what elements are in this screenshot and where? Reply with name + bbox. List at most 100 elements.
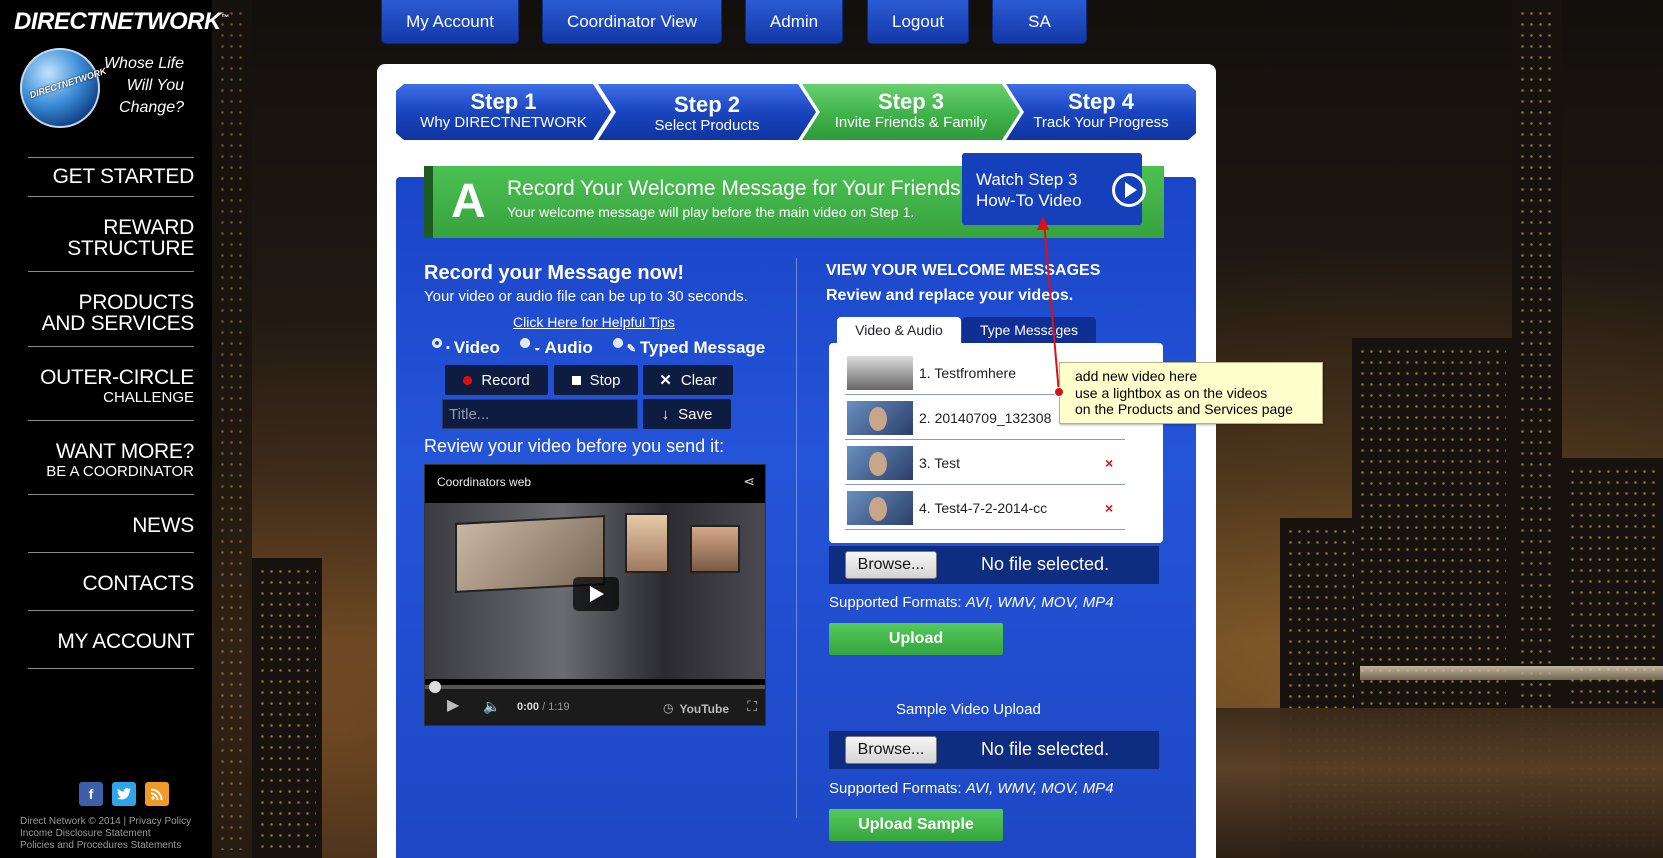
mode-video-radio[interactable]: ▪ Video	[432, 338, 500, 358]
helpful-tips-link[interactable]: Click Here for Helpful Tips	[513, 314, 675, 330]
banner-title: Record Your Welcome Message for Your Fri…	[507, 177, 961, 200]
howto-video-button[interactable]: Watch Step 3 How-To Video	[962, 153, 1146, 225]
mode-selector: ▪ Video ◒ Audio ✎ Typed Message	[432, 338, 765, 358]
river	[1210, 708, 1663, 858]
sample-browse-button[interactable]: Browse...	[845, 736, 937, 764]
list-item[interactable]: 3. Test ×	[845, 441, 1125, 485]
nav-divider	[28, 668, 194, 669]
list-item[interactable]: 4. Test4-7-2-2014-cc ×	[845, 486, 1125, 530]
step-subtitle: Select Products	[654, 117, 760, 134]
sidebar-item-get-started[interactable]: GET STARTED	[28, 157, 194, 196]
sa-button[interactable]: SA	[992, 0, 1087, 44]
step-4-tab[interactable]: Step 4 Track Your Progress	[1006, 84, 1196, 140]
nav-label: PRODUCTS	[78, 291, 195, 314]
clock-icon[interactable]: ◷	[663, 701, 673, 715]
annotation-arrowhead	[1037, 216, 1049, 230]
step-1-tab[interactable]: Step 1 Why DIRECTNETWORK	[396, 84, 611, 140]
sidebar-item-want-more[interactable]: WANT MORE? BE A COORDINATOR	[28, 420, 194, 494]
logout-button[interactable]: Logout	[867, 0, 969, 44]
sidebar: DIRECTNETWORK™ DIRECTNETWORK Whose Life …	[0, 0, 229, 858]
note-line: add new video here	[1075, 368, 1198, 384]
delete-icon[interactable]: ×	[1105, 455, 1125, 471]
share-icon[interactable]: ⋖	[743, 473, 755, 490]
sidebar-item-news[interactable]: NEWS	[28, 494, 194, 552]
scrubber-handle[interactable]	[429, 681, 441, 693]
sidebar-item-reward-structure[interactable]: REWARD STRUCTURE	[28, 196, 194, 271]
footer-income-link[interactable]: Income Disclosure Statement	[20, 828, 191, 840]
progress-track[interactable]	[425, 685, 765, 689]
footer-links: Direct Network © 2014 | Privacy Policy I…	[20, 816, 191, 852]
browse-button[interactable]: Browse...	[845, 551, 937, 579]
volume-icon[interactable]: 🔈	[483, 698, 500, 715]
sidebar-item-contacts[interactable]: CONTACTS	[28, 552, 194, 610]
twitter-icon[interactable]	[112, 782, 136, 806]
tagline-line: Whose Life	[103, 55, 184, 72]
step-subtitle: Invite Friends & Family	[834, 114, 988, 131]
footer-privacy-link[interactable]: Direct Network © 2014 | Privacy Policy	[20, 816, 191, 828]
section-letter: A	[451, 175, 486, 228]
review-label: Review your video before you send it:	[424, 436, 725, 456]
record-button[interactable]: Record	[445, 365, 548, 395]
video-title: Coordinators web	[437, 475, 532, 489]
formats-value: AVI, WMV, MOV, MP4	[965, 780, 1114, 797]
nav-label-2: AND SERVICES	[41, 312, 195, 335]
supported-formats: Supported Formats: AVI, WMV, MOV, MP4	[829, 594, 1114, 611]
tagline-line: Will You	[126, 77, 184, 94]
step-2-tab[interactable]: Step 2 Select Products	[598, 84, 816, 140]
upload-button[interactable]: Upload	[829, 623, 1003, 655]
title-input[interactable]	[442, 399, 638, 429]
sample-upload-heading: Sample Video Upload	[896, 701, 1041, 718]
footer-policies-link[interactable]: Policies and Procedures Statements	[20, 840, 191, 852]
formats-label: Supported Formats:	[829, 780, 962, 797]
mode-label: Audio	[544, 338, 593, 357]
tagline: Whose Life Will You Change?	[84, 53, 184, 119]
howto-line: Watch Step 3	[976, 170, 1078, 189]
column-divider	[796, 258, 797, 818]
admin-button[interactable]: Admin	[745, 0, 843, 44]
sidebar-item-my-account[interactable]: MY ACCOUNT	[28, 610, 194, 668]
mode-audio-radio[interactable]: ◒ Audio	[519, 338, 593, 358]
radio-dot	[519, 338, 530, 348]
delete-icon[interactable]: ×	[1105, 500, 1125, 516]
messages-heading: VIEW YOUR WELCOME MESSAGES	[826, 262, 1101, 279]
sidebar-item-outer-circle[interactable]: OUTER-CIRCLE CHALLENGE	[28, 346, 194, 420]
clear-label: Clear	[680, 371, 717, 389]
stop-button[interactable]: Stop	[554, 365, 638, 395]
tab-type-messages[interactable]: Type Messages	[962, 317, 1096, 343]
mode-typed-radio[interactable]: ✎ Typed Message	[612, 338, 765, 358]
step-3-tab[interactable]: Step 3 Invite Friends & Family	[802, 84, 1020, 140]
my-account-button[interactable]: My Account	[381, 0, 519, 44]
facebook-icon[interactable]: f	[79, 782, 103, 806]
play-icon[interactable]: ▶	[447, 695, 459, 715]
close-icon: ✕	[659, 372, 672, 389]
banner-subtitle: Your welcome message will play before th…	[507, 204, 915, 220]
stop-icon	[571, 375, 581, 385]
messages-subheading: Review and replace your videos.	[826, 287, 1074, 304]
step-subtitle: Track Your Progress	[1033, 114, 1169, 131]
save-label: Save	[678, 405, 713, 423]
youtube-logo[interactable]: YouTube	[679, 702, 729, 716]
sample-file-status: No file selected.	[981, 739, 1110, 759]
sample-supported-formats: Supported Formats: AVI, WMV, MOV, MP4	[829, 780, 1114, 797]
video-player[interactable]: Coordinators web ⋖ ▶ 🔈 0:00 / 1:19 ◷ You…	[424, 464, 766, 726]
time-display: 0:00 / 1:19	[517, 701, 570, 713]
annotation-note: add new video here use a lightbox as on …	[1059, 362, 1323, 424]
rss-icon[interactable]	[145, 782, 169, 806]
logo[interactable]: DIRECTNETWORK™	[14, 8, 229, 36]
nav-label-2: CHALLENGE	[103, 389, 194, 406]
note-line: use a lightbox as on the videos	[1075, 384, 1268, 401]
annotation-anchor	[1054, 387, 1064, 397]
tab-video-audio[interactable]: Video & Audio	[837, 317, 961, 343]
tagline-line: Change?	[119, 99, 184, 116]
nav-label: GET STARTED	[52, 165, 195, 188]
upload-sample-button[interactable]: Upload Sample	[829, 809, 1003, 841]
sidebar-item-products-services[interactable]: PRODUCTS AND SERVICES	[28, 271, 194, 346]
big-play-icon[interactable]	[573, 577, 619, 611]
save-button[interactable]: ↓ Save	[643, 399, 731, 429]
fullscreen-icon[interactable]: ⛶	[747, 698, 757, 715]
clear-button[interactable]: ✕ Clear	[643, 365, 733, 395]
social-links: f	[79, 782, 169, 806]
coordinator-view-button[interactable]: Coordinator View	[542, 0, 722, 44]
record-label: Record	[481, 371, 530, 389]
recorder-subheading: Your video or audio file can be up to 30…	[424, 288, 748, 305]
